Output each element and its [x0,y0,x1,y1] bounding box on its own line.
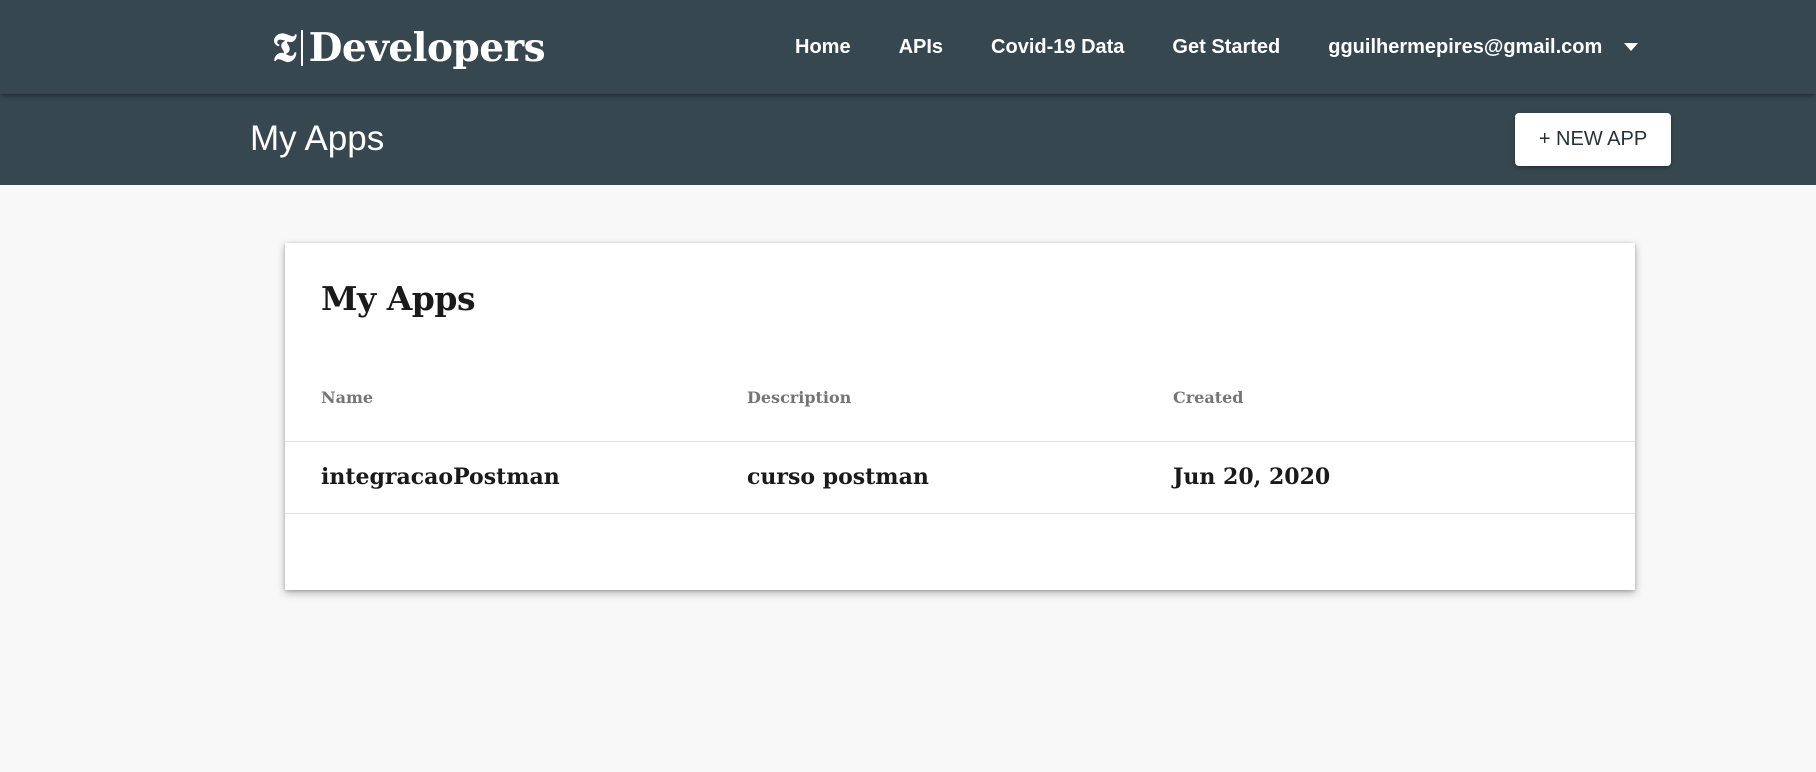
logo-divider [300,30,303,66]
app-name-cell[interactable]: integracaoPostman [321,464,560,490]
page-title: My Apps [250,119,385,158]
new-app-button[interactable]: + NEW APP [1515,113,1671,166]
nav-apis-link[interactable]: APIs [899,36,943,59]
user-account-menu[interactable]: gguilhermepires@gmail.com [1328,36,1602,59]
nav-covid-data-link[interactable]: Covid-19 Data [991,36,1124,59]
column-header-description: Description [747,388,852,407]
card-title: My Apps [321,279,476,318]
app-description-cell: curso postman [747,464,929,490]
chevron-down-icon[interactable] [1624,43,1639,51]
table-row-divider [285,513,1635,514]
column-header-name: Name [321,388,374,407]
column-header-created: Created [1173,388,1244,407]
nyt-developers-logo[interactable]: 𝕿 Developers [272,24,546,71]
logo-text: Developers [308,25,546,71]
my-apps-card: My Apps Name Description Created integra… [285,243,1635,590]
nav-get-started-link[interactable]: Get Started [1172,36,1280,59]
main-nav: Home APIs Covid-19 Data Get Started ggui… [795,34,1639,60]
app-created-cell: Jun 20, 2020 [1173,464,1331,490]
top-navigation-bar: 𝕿 Developers Home APIs Covid-19 Data Get… [0,0,1816,94]
table-row[interactable]: integracaoPostman curso postman Jun 20, … [285,442,1635,513]
page-header-bar: My Apps + NEW APP [0,94,1816,185]
nav-home-link[interactable]: Home [795,36,851,59]
nyt-t-logo-icon: 𝕿 [272,24,297,71]
